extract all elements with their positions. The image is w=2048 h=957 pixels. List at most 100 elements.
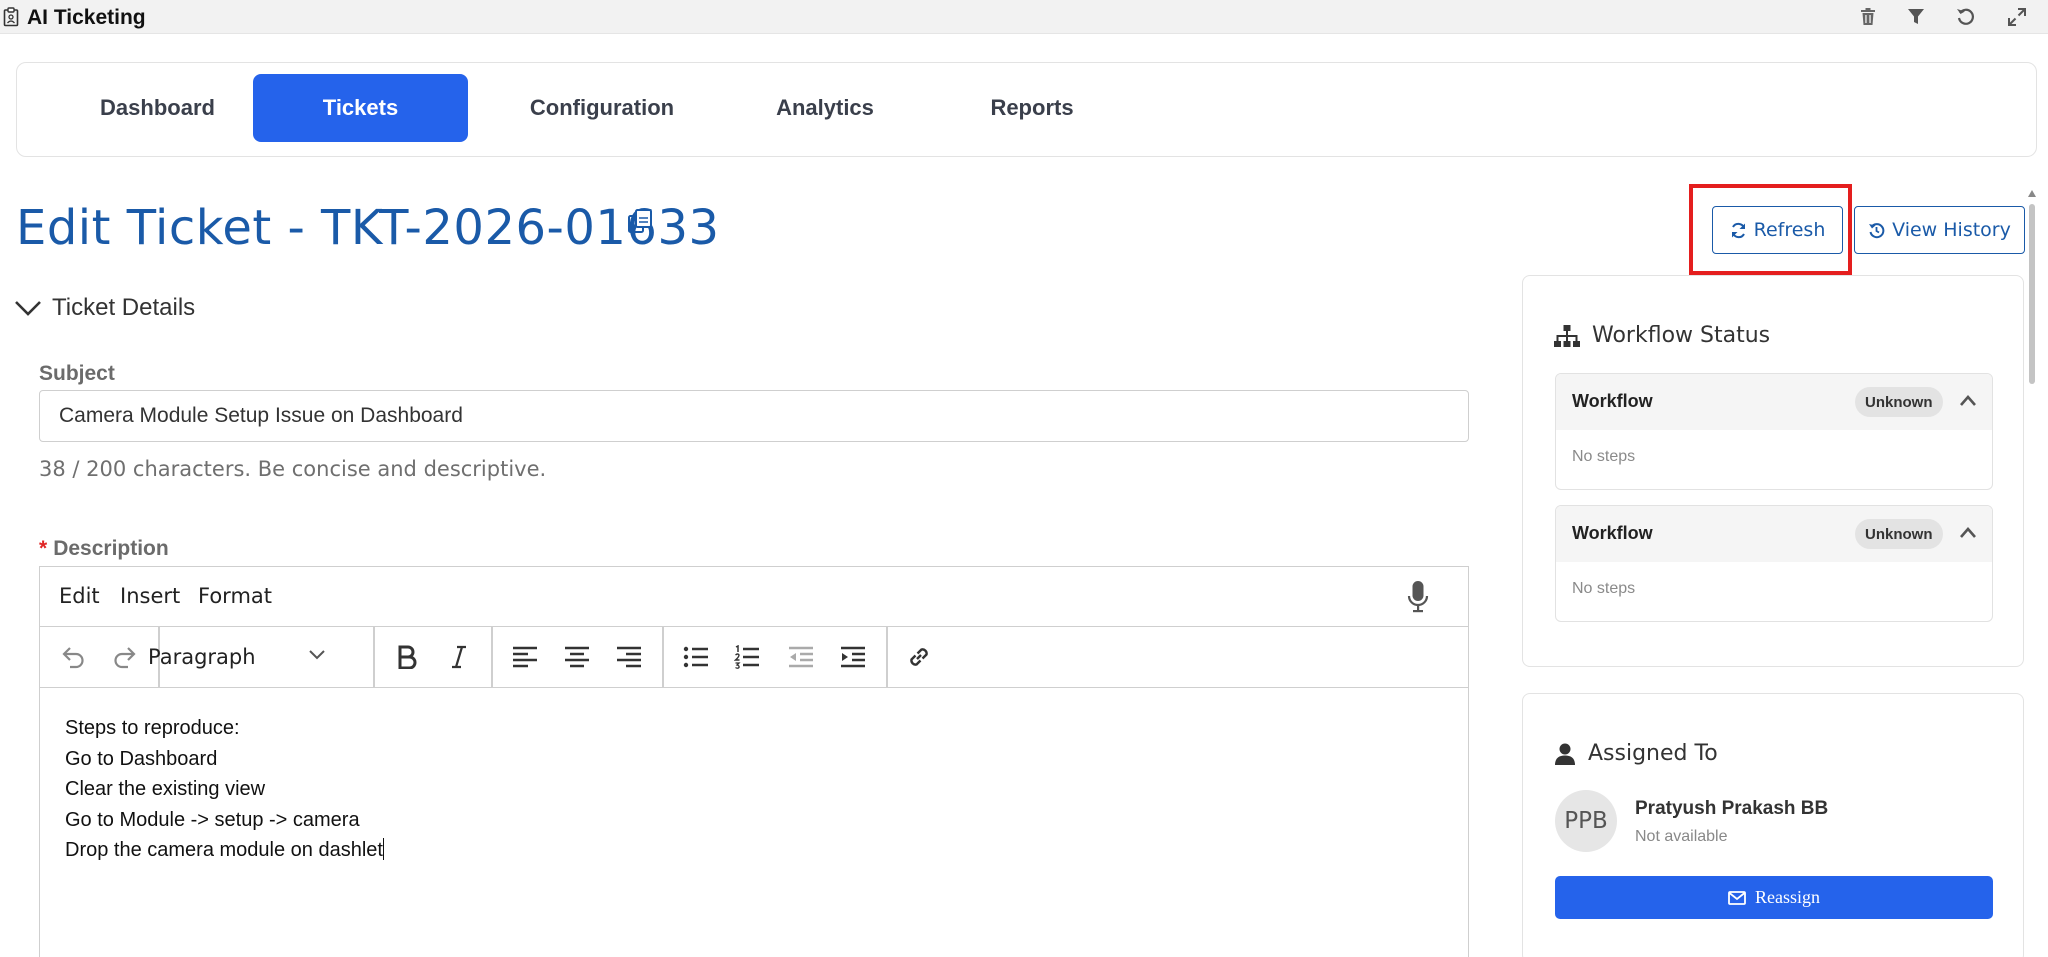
assigned-to-panel: Assigned To PPB Pratyush Prakash BB Not …	[1522, 693, 2024, 957]
insert-link-button[interactable]	[899, 637, 939, 677]
workflow-steps-text: No steps	[1572, 448, 1636, 465]
scroll-up-arrow[interactable]	[2028, 190, 2036, 197]
align-right-icon	[617, 646, 641, 668]
subject-input[interactable]	[39, 390, 1469, 442]
subject-helper-text: 38 / 200 characters. Be concise and desc…	[39, 457, 547, 481]
scroll-thumb[interactable]	[2029, 204, 2035, 384]
align-left-icon	[513, 646, 537, 668]
content-line-last: Drop the camera module on dashlet	[65, 835, 384, 866]
editor-content[interactable]: Steps to reproduce: Go to Dashboard Clea…	[65, 713, 384, 866]
indent-icon	[841, 646, 865, 668]
bold-icon	[398, 645, 417, 669]
sitemap-icon	[1554, 324, 1580, 347]
microphone-icon[interactable]	[1406, 579, 1430, 615]
chevron-down-icon	[15, 301, 41, 316]
main-nav: Dashboard Tickets Configuration Analytic…	[16, 62, 2037, 157]
bullet-list-icon	[683, 646, 708, 668]
align-left-button[interactable]	[505, 637, 545, 677]
description-editor: Edit Insert Format Paragraph Steps to re…	[39, 566, 1469, 957]
clipboard-icon	[3, 7, 19, 27]
view-history-button[interactable]: View History	[1854, 206, 2025, 254]
user-icon	[1555, 743, 1575, 765]
editor-menubar: Edit Insert Format	[40, 567, 1468, 627]
assignee-name: Pratyush Prakash BB	[1635, 798, 1829, 819]
menu-format[interactable]: Format	[198, 584, 272, 608]
filter-icon	[1908, 9, 1924, 24]
workflow-title: Workflow	[1572, 523, 1653, 543]
link-icon	[910, 648, 928, 666]
tab-reports[interactable]: Reports	[942, 74, 1122, 142]
workflow-card-header[interactable]: Workflow Unknown	[1556, 506, 1992, 562]
expand-button[interactable]	[2005, 5, 2029, 29]
indent-button[interactable]	[833, 637, 873, 677]
refresh-button[interactable]: Refresh	[1712, 206, 1843, 254]
numbered-list-button[interactable]	[727, 637, 767, 677]
chevron-down-icon	[309, 650, 325, 660]
description-label: * Description	[39, 537, 169, 561]
refresh-label: Refresh	[1753, 219, 1826, 241]
delete-button[interactable]	[1856, 5, 1880, 29]
history-icon	[1869, 222, 1885, 238]
content-line: Drop the camera module on dashlet	[65, 839, 383, 861]
toolbar-separator	[491, 627, 493, 688]
page-title: Edit Ticket - TKT-2026-01633	[16, 200, 720, 256]
toolbar-separator	[662, 627, 664, 688]
description-label-text: Description	[53, 537, 169, 560]
chevron-up-icon[interactable]	[1958, 523, 1978, 543]
workflow-status-panel: Workflow Status Workflow Unknown No step…	[1522, 275, 2024, 667]
align-right-button[interactable]	[609, 637, 649, 677]
outdent-button[interactable]	[781, 637, 821, 677]
assigned-to-header: Assigned To	[1554, 741, 1718, 766]
copy-icon[interactable]	[627, 208, 655, 236]
workflow-status-title: Workflow Status	[1592, 323, 1771, 348]
workflow-card-header[interactable]: Workflow Unknown	[1556, 374, 1992, 430]
italic-button[interactable]	[439, 637, 479, 677]
app-bar: AI Ticketing	[0, 0, 2048, 34]
refresh-icon	[1957, 8, 1974, 25]
italic-icon	[452, 645, 466, 669]
reset-button[interactable]	[1954, 5, 1978, 29]
filter-button[interactable]	[1904, 5, 1928, 29]
redo-button[interactable]	[106, 637, 146, 677]
assignee-status: Not available	[1635, 828, 1728, 845]
content-line: Go to Dashboard	[65, 747, 218, 770]
menu-insert[interactable]: Insert	[120, 584, 180, 608]
ticket-details-toggle[interactable]: Ticket Details	[14, 294, 195, 322]
page-scrollbar[interactable]	[2027, 190, 2037, 957]
align-center-icon	[565, 646, 589, 668]
text-cursor	[382, 838, 384, 860]
block-format-value: Paragraph	[148, 645, 256, 669]
numbered-list-icon	[734, 645, 759, 669]
tab-configuration[interactable]: Configuration	[489, 74, 715, 142]
expand-icon	[2008, 8, 2026, 26]
required-marker: *	[39, 537, 48, 560]
content-line: Clear the existing view	[65, 778, 266, 800]
workflow-title: Workflow	[1572, 391, 1653, 411]
content-line: Steps to reproduce:	[65, 717, 240, 739]
sync-icon	[1731, 222, 1745, 238]
trash-icon	[1861, 8, 1875, 25]
tab-analytics[interactable]: Analytics	[735, 74, 915, 142]
status-badge: Unknown	[1855, 519, 1943, 549]
tab-dashboard[interactable]: Dashboard	[70, 74, 245, 142]
block-format-select[interactable]: Paragraph	[148, 637, 338, 677]
view-history-label: View History	[1892, 219, 2011, 241]
workflow-card: Workflow Unknown No steps	[1555, 373, 1993, 490]
menu-edit[interactable]: Edit	[59, 584, 100, 608]
chevron-up-icon[interactable]	[1958, 391, 1978, 411]
toolbar-separator	[373, 627, 375, 688]
undo-button[interactable]	[52, 637, 92, 677]
subject-label: Subject	[39, 362, 115, 385]
bullet-list-button[interactable]	[676, 637, 716, 677]
align-center-button[interactable]	[557, 637, 597, 677]
editor-toolbar: Paragraph	[40, 627, 1468, 688]
status-badge: Unknown	[1855, 387, 1943, 417]
reassign-button[interactable]: Reassign	[1555, 876, 1993, 919]
assigned-to-title: Assigned To	[1588, 741, 1718, 766]
workflow-status-header: Workflow Status	[1554, 323, 1770, 348]
redo-icon	[114, 647, 136, 669]
bold-button[interactable]	[387, 637, 427, 677]
ticket-details-label: Ticket Details	[52, 294, 196, 321]
content-line: Go to Module -> setup -> camera	[65, 808, 360, 831]
tab-tickets[interactable]: Tickets	[253, 74, 468, 142]
